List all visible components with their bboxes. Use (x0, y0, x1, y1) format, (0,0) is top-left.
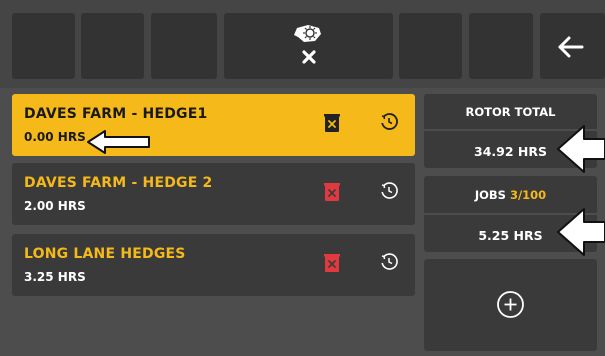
rotor-total-label: ROTOR TOTAL (465, 105, 556, 119)
job-name: DAVES FARM - HEDGE1 (24, 106, 208, 122)
back-button[interactable] (540, 13, 605, 79)
rotor-cancel-button[interactable] (224, 13, 393, 79)
job-row[interactable]: DAVES FARM - HEDGE1 0.00 HRS (12, 94, 415, 156)
callout-arrow-icon (87, 130, 150, 154)
job-hours: 2.00 HRS (24, 199, 86, 213)
jobs-label-text: JOBS (474, 188, 506, 202)
job-row[interactable]: DAVES FARM - HEDGE 2 2.00 HRS (12, 163, 415, 225)
rotor-cancel-icon (294, 25, 321, 64)
jobs-count: 3/100 (509, 188, 547, 202)
back-arrow-icon (558, 36, 584, 58)
callout-arrow-icon (557, 208, 605, 256)
job-row[interactable]: LONG LANE HEDGES 3.25 HRS (12, 234, 415, 296)
delete-icon[interactable] (324, 113, 340, 133)
reset-icon[interactable] (378, 111, 400, 133)
job-name: LONG LANE HEDGES (24, 246, 186, 262)
job-hours: 3.25 HRS (24, 270, 86, 284)
toolbar-slot-5[interactable] (399, 13, 462, 79)
toolbar-slot-6[interactable] (469, 13, 533, 79)
job-hours: 0.00 HRS (24, 130, 86, 144)
reset-icon[interactable] (378, 180, 400, 202)
toolbar-slot-2[interactable] (81, 13, 144, 79)
jobs-label: JOBS 3/100 (424, 188, 597, 202)
toolbar-slot-3[interactable] (151, 13, 217, 79)
delete-icon[interactable] (324, 182, 340, 202)
callout-arrow-icon (557, 125, 605, 173)
toolbar-slot-1[interactable] (12, 13, 75, 79)
delete-icon[interactable] (324, 253, 340, 273)
job-name: DAVES FARM - HEDGE 2 (24, 175, 213, 191)
add-circle-icon (497, 291, 524, 318)
reset-icon[interactable] (378, 251, 400, 273)
top-toolbar (0, 0, 605, 88)
add-job-button[interactable] (424, 259, 597, 351)
